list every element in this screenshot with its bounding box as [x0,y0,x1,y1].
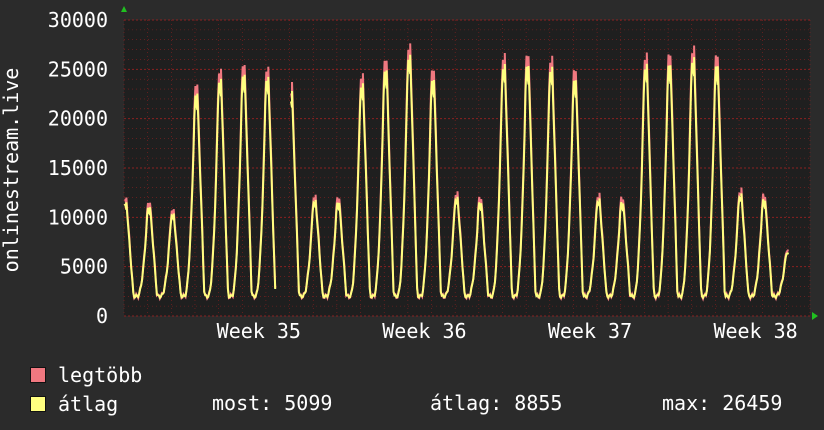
x-tick-label: Week 35 [217,319,301,343]
traffic-chart: 050001000015000200002500030000 Week 35 We… [0,6,818,343]
y-tick-label: 0 [96,304,108,328]
legend-label-atlag: átlag [58,392,119,416]
legend-swatch-legtobb [30,367,46,383]
x-tick-label: Week 36 [382,319,466,343]
y-tick-label: 5000 [60,255,108,279]
x-tick-label: Week 37 [548,319,632,343]
y-tick-label: 15000 [48,156,108,180]
legend-item-legtobb: legtöbb [30,362,810,388]
stat-max: max: 26459 [662,391,783,415]
y-axis-arrow-icon [121,6,127,12]
x-tick-label: Week 38 [713,319,797,343]
y-axis-ticks: 0 5000 10000 15000 20000 25000 30000 [48,8,108,328]
y-axis-label: onlinestream.live [0,68,23,273]
y-tick-label: 30000 [48,8,108,32]
y-tick-label: 10000 [48,205,108,229]
x-axis-arrow-icon [812,312,818,320]
legend-swatch-atlag [30,396,46,412]
y-tick-label: 20000 [48,107,108,131]
y-tick-label: 25000 [48,57,108,81]
stat-current: most: 5099 [212,391,333,415]
x-axis-ticks: Week 35 Week 36 Week 37 Week 38 [217,319,798,343]
stat-average: átlag: 8855 [430,391,563,415]
legend-label-legtobb: legtöbb [58,363,143,387]
